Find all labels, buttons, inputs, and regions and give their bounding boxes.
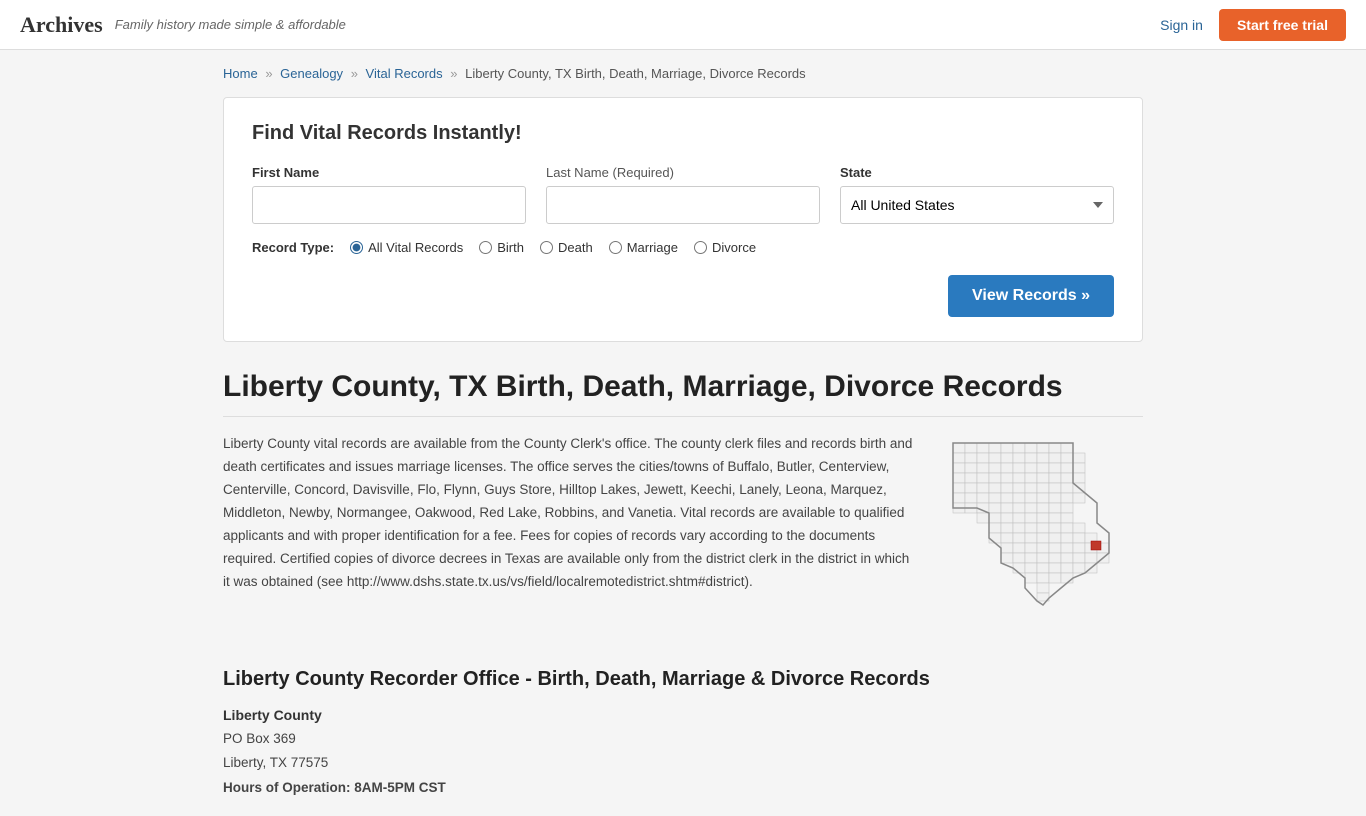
first-name-label: First Name [252, 165, 526, 180]
texas-map-container [943, 433, 1143, 636]
search-fields: First Name Last Name (Required) State Al… [252, 165, 1114, 224]
site-tagline: Family history made simple & affordable [115, 17, 346, 32]
record-type-row: Record Type: All Vital Records Birth Dea… [252, 240, 1114, 255]
record-type-label: Record Type: [252, 240, 334, 255]
first-name-group: First Name [252, 165, 526, 224]
state-group: State All United States Alabama Alaska A… [840, 165, 1114, 224]
office-address1: PO Box 369 [223, 727, 1143, 751]
header-left: Archives Family history made simple & af… [20, 12, 346, 38]
radio-death-input[interactable] [540, 241, 553, 254]
radio-all-input[interactable] [350, 241, 363, 254]
radio-birth[interactable]: Birth [479, 240, 524, 255]
radio-death-label: Death [558, 240, 593, 255]
breadcrumb-current: Liberty County, TX Birth, Death, Marriag… [465, 66, 806, 81]
start-trial-button[interactable]: Start free trial [1219, 9, 1346, 41]
radio-divorce-label: Divorce [712, 240, 756, 255]
radio-all-label: All Vital Records [368, 240, 463, 255]
search-panel: Find Vital Records Instantly! First Name… [223, 97, 1143, 342]
radio-marriage-label: Marriage [627, 240, 678, 255]
last-name-input[interactable] [546, 186, 820, 224]
breadcrumb: Home » Genealogy » Vital Records » Liber… [223, 66, 1143, 81]
radio-marriage-input[interactable] [609, 241, 622, 254]
breadcrumb-home[interactable]: Home [223, 66, 258, 81]
page-description: Liberty County vital records are availab… [223, 433, 919, 636]
page-title: Liberty County, TX Birth, Death, Marriag… [223, 370, 1143, 404]
search-footer: View Records » [252, 275, 1114, 317]
breadcrumb-vital-records[interactable]: Vital Records [366, 66, 443, 81]
state-select[interactable]: All United States Alabama Alaska Arizona… [840, 186, 1114, 224]
radio-birth-label: Birth [497, 240, 524, 255]
hours-value: 8AM-5PM CST [354, 780, 446, 795]
sign-in-link[interactable]: Sign in [1160, 17, 1203, 33]
view-records-button[interactable]: View Records » [948, 275, 1114, 317]
title-divider [223, 416, 1143, 417]
radio-divorce-input[interactable] [694, 241, 707, 254]
recorder-title: Liberty County Recorder Office - Birth, … [223, 668, 1143, 691]
search-title: Find Vital Records Instantly! [252, 122, 1114, 145]
breadcrumb-sep-1: » [265, 66, 272, 81]
radio-marriage[interactable]: Marriage [609, 240, 678, 255]
main-content: Home » Genealogy » Vital Records » Liber… [203, 50, 1163, 816]
state-label: State [840, 165, 1114, 180]
breadcrumb-sep-3: » [450, 66, 457, 81]
radio-divorce[interactable]: Divorce [694, 240, 756, 255]
texas-map-svg [943, 433, 1143, 633]
office-name: Liberty County [223, 707, 1143, 723]
breadcrumb-genealogy[interactable]: Genealogy [280, 66, 343, 81]
radio-death[interactable]: Death [540, 240, 593, 255]
header-right: Sign in Start free trial [1160, 9, 1346, 41]
recorder-section: Liberty County Recorder Office - Birth, … [223, 668, 1143, 800]
office-address2: Liberty, TX 77575 [223, 751, 1143, 775]
last-name-group: Last Name (Required) [546, 165, 820, 224]
first-name-input[interactable] [252, 186, 526, 224]
radio-all-vital[interactable]: All Vital Records [350, 240, 463, 255]
content-section: Liberty County vital records are availab… [223, 433, 1143, 636]
hours-label: Hours of Operation: [223, 780, 351, 795]
breadcrumb-sep-2: » [351, 66, 358, 81]
radio-birth-input[interactable] [479, 241, 492, 254]
last-name-label: Last Name (Required) [546, 165, 820, 180]
office-hours: Hours of Operation: 8AM-5PM CST [223, 776, 1143, 800]
site-header: Archives Family history made simple & af… [0, 0, 1366, 50]
site-logo: Archives [20, 12, 103, 38]
